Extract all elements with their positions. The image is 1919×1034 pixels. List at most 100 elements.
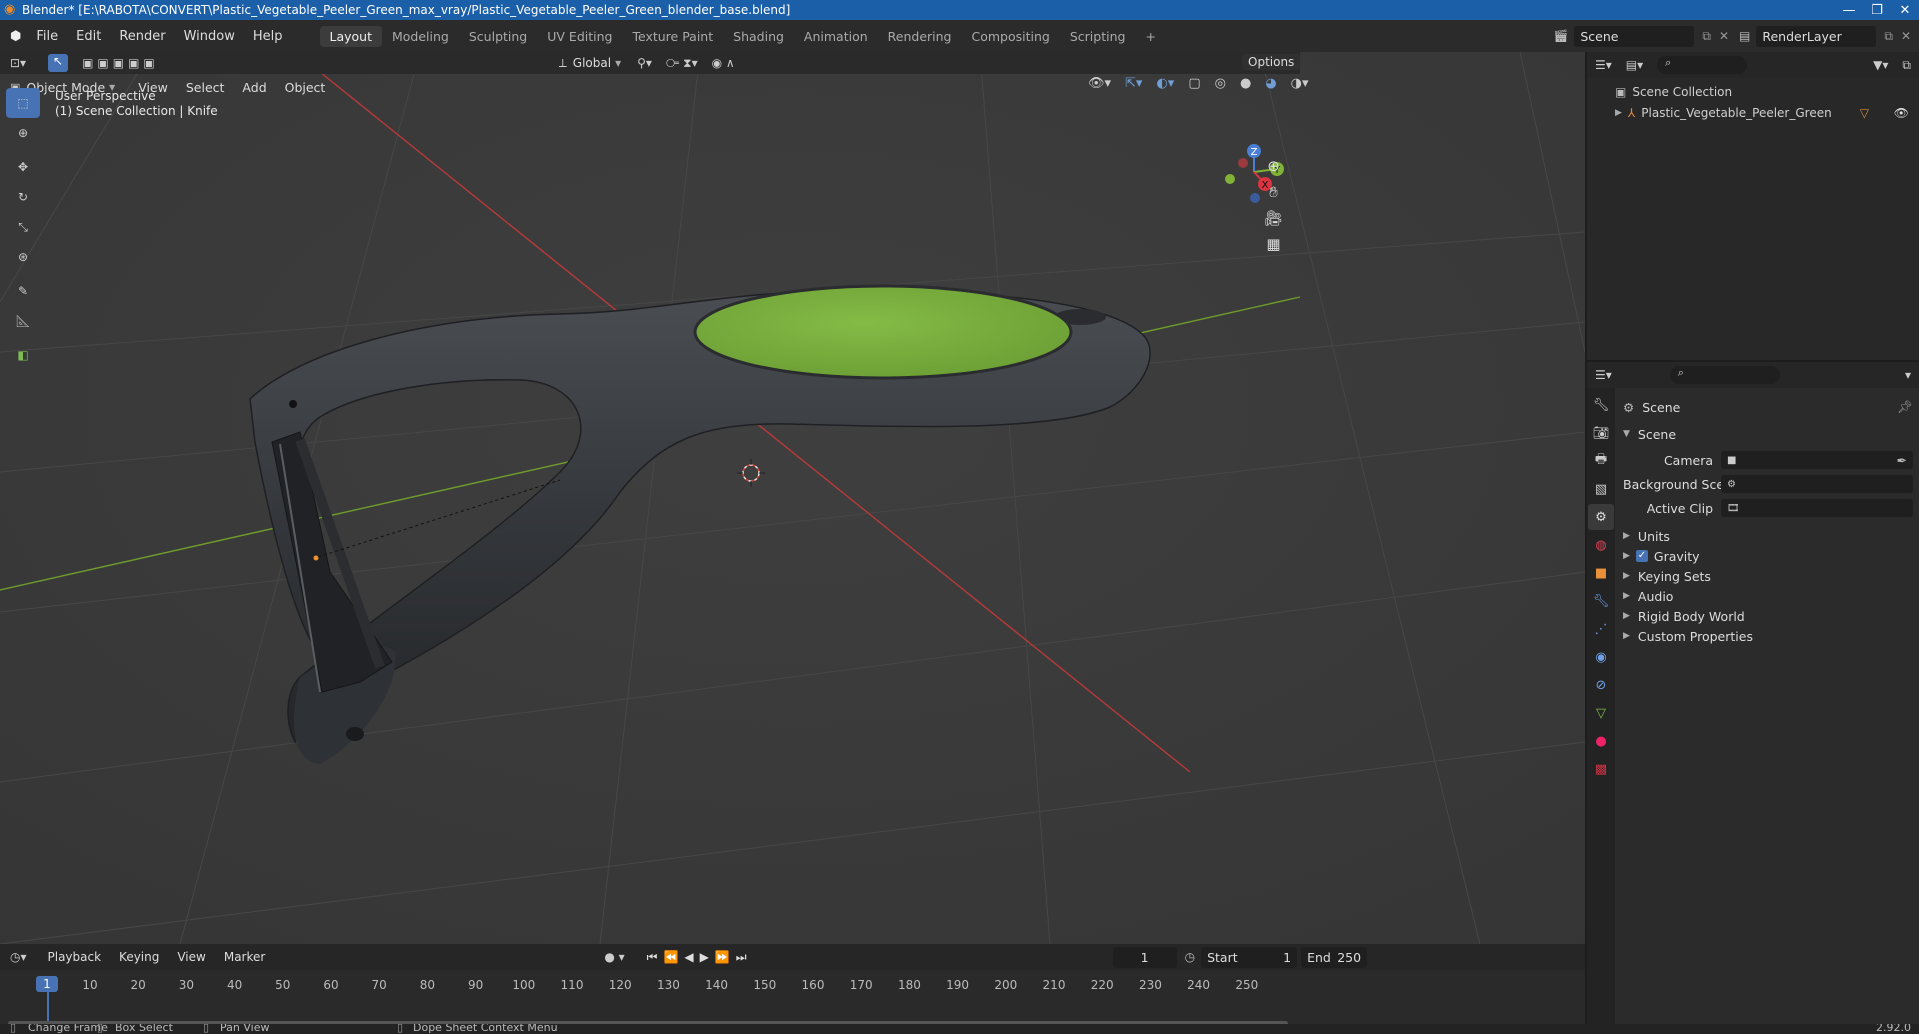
section-rigid-body-world[interactable]: ▶ Rigid Body World xyxy=(1623,606,1913,626)
current-frame-field[interactable]: 1 xyxy=(1112,946,1177,968)
material-shading-icon[interactable]: ◕ xyxy=(1265,76,1276,91)
physics-tab-icon[interactable]: ◉ xyxy=(1588,644,1614,670)
tab-scripting[interactable]: Scripting xyxy=(1060,26,1136,47)
section-units[interactable]: ▶ Units xyxy=(1623,526,1913,546)
start-frame-field[interactable]: Start 1 xyxy=(1201,946,1298,968)
tab-modeling[interactable]: Modeling xyxy=(382,26,459,47)
wireframe-shading-icon[interactable]: ◎ xyxy=(1215,76,1226,91)
data-tab-icon[interactable]: ▽ xyxy=(1588,700,1614,726)
visibility-eye-icon[interactable]: 👁︎ xyxy=(1894,106,1909,120)
tab-shading[interactable]: Shading xyxy=(723,26,794,47)
scene-selector-icon[interactable]: 🎬︎ xyxy=(1553,29,1568,43)
timeline-editor-icon[interactable]: ◷▾ xyxy=(10,950,27,964)
timeline-menu-playback[interactable]: Playback xyxy=(39,950,111,964)
minimize-button[interactable]: — xyxy=(1835,3,1863,18)
pin-icon[interactable]: 📌︎ xyxy=(1897,399,1913,415)
overlay-toggle-icon[interactable]: ◐▾ xyxy=(1156,76,1174,91)
viewport-menu-object[interactable]: Object xyxy=(276,80,335,95)
tab-rendering[interactable]: Rendering xyxy=(878,26,962,47)
camera-view-icon[interactable]: 🎥︎ xyxy=(1264,209,1283,227)
outliner-editor-icon[interactable]: ☰▾ xyxy=(1595,58,1612,72)
section-gravity[interactable]: ▶ ✓ Gravity xyxy=(1623,546,1913,566)
measure-icon[interactable]: 📐︎ xyxy=(6,306,40,336)
perspective-grid-icon[interactable]: ▦ xyxy=(1266,235,1280,253)
tab-layout[interactable]: Layout xyxy=(319,25,382,47)
constraints-tab-icon[interactable]: ⊘ xyxy=(1588,672,1614,698)
new-scene-icon[interactable]: ⧉ xyxy=(1702,29,1711,44)
properties-editor-icon[interactable]: ☰▾ xyxy=(1595,368,1612,382)
move-icon[interactable]: ✥ xyxy=(6,152,40,182)
pan-hand-icon[interactable]: ✋︎ xyxy=(1269,183,1278,201)
menu-window[interactable]: Window xyxy=(175,29,244,44)
xray-icon[interactable]: ▢ xyxy=(1188,76,1200,91)
tool-tab-icon[interactable]: 🔧︎ xyxy=(1588,392,1614,418)
new-view-layer-icon[interactable]: ⧉ xyxy=(1884,29,1893,44)
3d-viewport[interactable]: Z Y X ⊡▾ ↖ ▣▣▣▣▣ ⟂ Global ▾ ⚲▾ ⧃ ⧗▾ ◉ ∧ … xyxy=(0,52,1585,944)
select-box-icon[interactable]: ⬚ xyxy=(6,88,40,118)
scale-icon[interactable]: ⤡ xyxy=(6,212,40,242)
collapse-arrow-icon[interactable]: ▼ xyxy=(1623,429,1630,439)
tab-texture-paint[interactable]: Texture Paint xyxy=(622,26,723,47)
object-data-icon[interactable]: ▽ xyxy=(1860,106,1869,120)
tab-uv-editing[interactable]: UV Editing xyxy=(537,26,622,47)
add-workspace-button[interactable]: + xyxy=(1135,26,1165,47)
preview-range-icon[interactable]: ◷ xyxy=(1185,950,1195,964)
modifier-tab-icon[interactable]: 🔧︎ xyxy=(1588,588,1614,614)
proportional-edit-icon[interactable]: ◉ ∧ xyxy=(712,56,735,70)
maximize-button[interactable]: ❐ xyxy=(1863,3,1891,18)
expand-arrow-icon[interactable]: ▶ xyxy=(1615,108,1622,118)
cursor-icon[interactable]: ⊕ xyxy=(6,118,40,148)
gravity-checkbox[interactable]: ✓ xyxy=(1635,550,1648,562)
view-layer-field[interactable]: RenderLayer xyxy=(1756,25,1877,47)
tab-animation[interactable]: Animation xyxy=(794,26,878,47)
close-button[interactable]: ✕ xyxy=(1891,3,1919,18)
tab-compositing[interactable]: Compositing xyxy=(962,26,1060,47)
render-tab-icon[interactable]: 📷︎ xyxy=(1588,420,1614,446)
viewport-menu-add[interactable]: Add xyxy=(233,80,275,95)
scene-tab-icon[interactable]: ⚙︎ xyxy=(1588,504,1614,530)
output-tab-icon[interactable]: 🖶︎ xyxy=(1588,448,1614,474)
selection-mode-icons[interactable]: ▣▣▣▣▣ xyxy=(82,56,159,70)
solid-shading-icon[interactable]: ● xyxy=(1240,76,1251,91)
menu-file[interactable]: File xyxy=(27,29,67,44)
editor-type-icon[interactable]: ⊡▾ xyxy=(10,56,26,70)
transform-orientation-dropdown[interactable]: Global xyxy=(573,56,611,70)
snap-icon[interactable]: ⧃ ⧗▾ xyxy=(666,56,698,71)
eyedropper-icon[interactable]: ✒︎ xyxy=(1897,453,1907,468)
world-tab-icon[interactable]: ◍ xyxy=(1588,532,1614,558)
playback-controls[interactable]: ⏮⏪◀▶⏩⏭ xyxy=(647,950,753,965)
outliner-scene-collection-row[interactable]: ▣ Scene Collection xyxy=(1587,78,1919,100)
scene-name-field[interactable]: Scene xyxy=(1574,25,1695,47)
outliner-item-row[interactable]: ▶ ⅄ Plastic_Vegetable_Peeler_Green ▽ 👁︎ xyxy=(1587,102,1919,124)
view-layer-icon[interactable]: ▤ xyxy=(1739,29,1750,43)
section-audio[interactable]: ▶ Audio xyxy=(1623,586,1913,606)
options-dropdown[interactable]: Options xyxy=(1242,54,1301,70)
object-tab-icon[interactable]: ■ xyxy=(1588,560,1614,586)
background-scene-field[interactable]: ⚙︎ xyxy=(1721,475,1913,493)
camera-field[interactable]: ■ ✒︎ xyxy=(1721,451,1913,469)
delete-scene-icon[interactable]: ✕ xyxy=(1719,29,1729,43)
filter-icon[interactable]: ▼▾ xyxy=(1873,58,1888,72)
select-mode-icon[interactable]: ↖ xyxy=(48,54,69,72)
display-mode-icon[interactable]: ▤▾ xyxy=(1626,58,1643,72)
orientation-icon[interactable]: ⟂ xyxy=(559,56,567,71)
end-frame-field[interactable]: End 250 xyxy=(1301,946,1368,968)
active-clip-field[interactable]: 🎞︎ xyxy=(1721,499,1913,517)
visibility-icon[interactable]: 👁︎▾ xyxy=(1088,76,1111,91)
tab-sculpting[interactable]: Sculpting xyxy=(459,26,537,47)
properties-options-icon[interactable]: ▾ xyxy=(1905,368,1911,382)
menu-edit[interactable]: Edit xyxy=(67,29,110,44)
zoom-icon[interactable]: ⊕ xyxy=(1267,157,1280,175)
rendered-shading-icon[interactable]: ◑▾ xyxy=(1291,76,1309,91)
section-custom-properties[interactable]: ▶ Custom Properties xyxy=(1623,626,1913,646)
view-layer-tab-icon[interactable]: ▧ xyxy=(1588,476,1614,502)
timeline-menu-keying[interactable]: Keying xyxy=(110,950,168,964)
menu-help[interactable]: Help xyxy=(244,29,292,44)
timeline-menu-marker[interactable]: Marker xyxy=(215,950,274,964)
properties-search-input[interactable]: ⌕ xyxy=(1669,366,1780,384)
texture-tab-icon[interactable]: ▩ xyxy=(1588,756,1614,782)
timeline-menu-view[interactable]: View xyxy=(168,950,214,964)
blender-menu-icon[interactable]: ⬢ xyxy=(0,29,27,44)
new-collection-icon[interactable]: ⧉ xyxy=(1902,58,1911,73)
rotate-icon[interactable]: ↻ xyxy=(6,182,40,212)
